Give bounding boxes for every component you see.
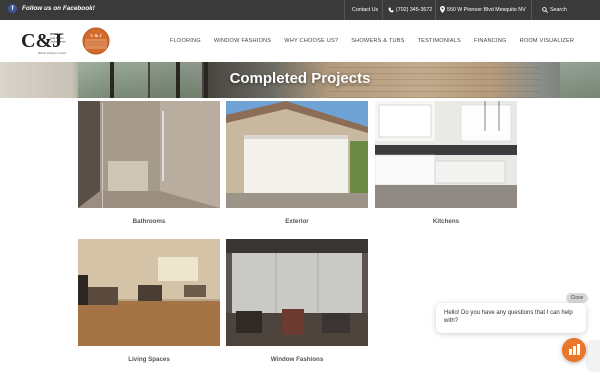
gallery-caption: Living Spaces	[128, 356, 170, 363]
divider	[382, 0, 383, 20]
owner-1: Cole Barton	[50, 36, 64, 40]
kitchens-photo	[375, 101, 517, 208]
divider	[531, 0, 532, 20]
address-text: 550 W Pioneer Blvd Mesquite NV	[447, 7, 526, 13]
nav-room-visualizer[interactable]: ROOM VISUALIZER	[520, 38, 575, 44]
exterior-photo	[226, 101, 368, 208]
facebook-label: Follow us on Facebook!	[22, 5, 95, 12]
gallery-card-window-fashions[interactable]: Window Fashions	[226, 239, 368, 363]
nav-flooring[interactable]: FLOORING	[170, 38, 201, 44]
nav-financing[interactable]: FINANCING	[474, 38, 507, 44]
gallery-caption: Kitchens	[432, 218, 460, 225]
top-bar: f Follow us on Facebook! Contact Us (702…	[0, 0, 600, 20]
gallery-caption: Window Fashions	[270, 356, 324, 363]
chat-bars-icon	[569, 344, 580, 355]
divider	[435, 0, 436, 20]
gallery-caption: Bathrooms	[132, 218, 166, 225]
window-fashions-photo	[226, 239, 368, 346]
gallery-card-bathrooms[interactable]: Bathrooms	[78, 101, 220, 225]
phone-icon	[388, 7, 394, 12]
chat-close-button[interactable]: Close	[566, 293, 588, 303]
gallery-card-living-spaces[interactable]: Living Spaces	[78, 239, 220, 363]
nav-testimonials[interactable]: TESTIMONIALS	[418, 38, 461, 44]
recaptcha-badge[interactable]	[588, 342, 600, 370]
address-link[interactable]: 550 W Pioneer Blvd Mesquite NV	[440, 0, 526, 20]
tagline: Home Design Center	[37, 51, 67, 55]
site-header: C&J OWNERS Cole Barton Jackie Barton Hom…	[0, 20, 600, 62]
page-title: Completed Projects	[229, 70, 371, 87]
search-icon	[542, 6, 548, 13]
phone-number: (702) 345-3672	[396, 7, 433, 13]
facebook-icon: f	[8, 4, 17, 13]
main-nav: FLOORING WINDOW FASHIONS WHY CHOOSE US? …	[170, 20, 587, 62]
chat-message-bubble[interactable]: Hello! Do you have any questions that I …	[436, 303, 586, 333]
nav-why-choose-us[interactable]: WHY CHOOSE US?	[284, 38, 338, 44]
logo-badge-text: C & J	[90, 33, 102, 38]
owner-2: Jackie Barton	[50, 40, 66, 44]
nav-showers-tubs[interactable]: SHOWERS & TUBS	[351, 38, 404, 44]
bathrooms-photo	[78, 101, 220, 208]
location-pin-icon	[440, 6, 445, 14]
nav-window-fashions[interactable]: WINDOW FASHIONS	[214, 38, 271, 44]
gallery-card-exterior[interactable]: Exterior	[226, 101, 368, 225]
search-label: Search	[550, 7, 567, 13]
living-spaces-photo	[78, 239, 220, 346]
owners-title: OWNERS	[50, 32, 64, 36]
gallery-caption: Exterior	[285, 218, 309, 225]
contact-us-link[interactable]: Contact Us	[352, 0, 378, 20]
divider	[344, 0, 345, 20]
company-logo[interactable]: C&J OWNERS Cole Barton Jackie Barton Hom…	[20, 25, 110, 57]
phone-link[interactable]: (702) 345-3672	[388, 0, 432, 20]
facebook-link[interactable]: f Follow us on Facebook!	[8, 4, 95, 13]
gallery-card-kitchens[interactable]: Kitchens	[375, 101, 517, 225]
search-link[interactable]: Search	[542, 0, 567, 20]
chat-launcher-button[interactable]	[562, 338, 586, 362]
